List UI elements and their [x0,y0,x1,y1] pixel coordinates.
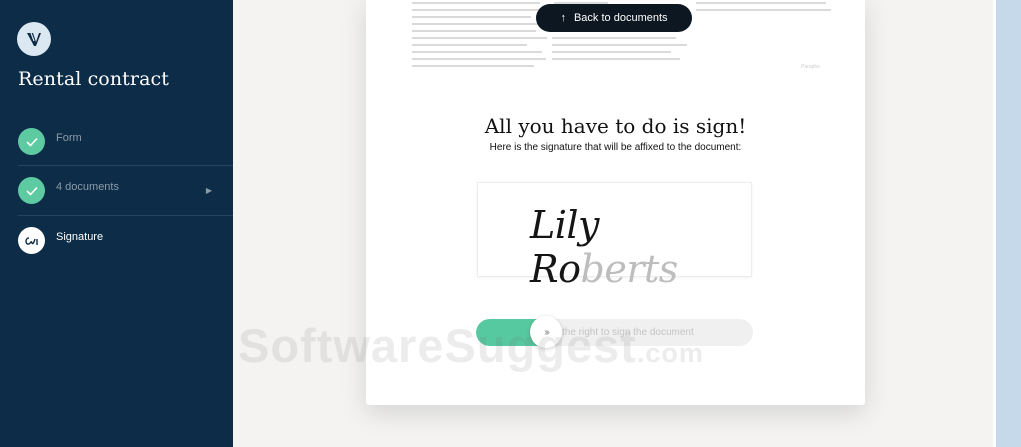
step-label: 4 documents [56,181,119,193]
step-documents[interactable]: 4 documents ▶ [0,166,233,216]
signature-box: Lily Roberts [477,182,752,291]
signature-card: Paraphe ↑ Back to documents All you have… [366,0,865,405]
sidebar: Rental contract Form 4 documents ▶ Signa… [0,0,233,447]
chevron-right-icon: ▶ [205,186,212,195]
side-panel [996,0,1021,447]
back-to-documents-button[interactable]: ↑ Back to documents [536,4,692,32]
contract-title: Rental contract [18,68,170,90]
logo-icon [17,22,51,56]
step-label: Form [56,132,82,144]
sign-slider-label: the right to sign the document [562,327,694,338]
check-icon [18,128,45,155]
sign-subline: Here is the signature that will be affix… [489,142,742,153]
signature-part-pending: berts [580,247,679,291]
step-form[interactable]: Form [0,116,233,166]
signature-preview: Lily Roberts [530,203,751,291]
sign-slider-track[interactable]: the right to sign the document [476,319,753,346]
step-label: Signature [56,231,104,243]
arrow-up-icon: ↑ [560,12,566,24]
check-icon [18,177,45,204]
preview-note: Paraphe [801,64,820,70]
back-button-label: Back to documents [573,12,668,24]
step-signature[interactable]: Signature [0,216,233,266]
signature-icon [18,227,45,254]
sign-slider-handle[interactable]: ››› [530,316,562,348]
sign-headline: All you have to do is sign! [484,114,747,138]
